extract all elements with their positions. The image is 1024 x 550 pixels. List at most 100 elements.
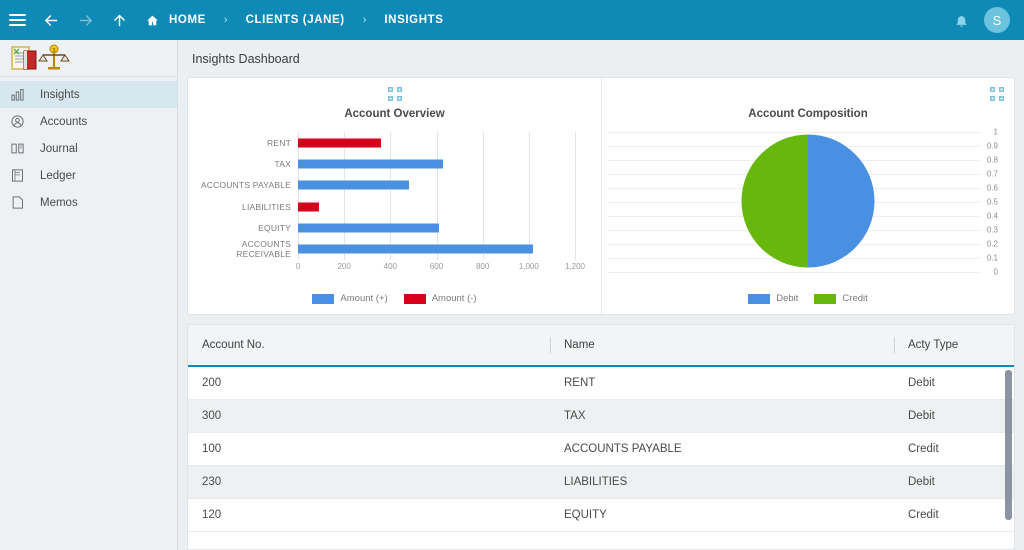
table-row[interactable]: 230 LIABILITIES Debit — [188, 466, 1014, 499]
accounts-table-wrap: Account No. Name Acty Type 200 RENT Debit 3… — [178, 315, 1024, 550]
hamburger-icon — [8, 14, 26, 26]
chart-title: Account Overview — [344, 108, 445, 120]
legend-item-amount-positive[interactable]: Amount (+) — [312, 293, 388, 304]
bar-category-label: LIABILITIES — [242, 201, 291, 212]
bar-track — [298, 196, 575, 217]
legend-label: Amount (-) — [431, 293, 477, 304]
account-composition-chart: Account Composition 1 0.9 0.8 0.7 0.6 0.5 0.4 0… — [601, 78, 1014, 314]
bar-track — [298, 239, 575, 260]
bar[interactable] — [298, 223, 439, 233]
cell-acty-type: Debit — [908, 476, 935, 488]
y-axis-tick-label: 0.7 — [986, 169, 998, 179]
y-axis-tick-label: 0.4 — [986, 211, 998, 221]
memo-page-icon — [10, 195, 36, 210]
bar[interactable] — [298, 138, 382, 148]
bar-chart-row: ACCOUNTS PAYABLE — [188, 175, 575, 196]
table-row[interactable]: 120 EQUITY Credit — [188, 499, 1014, 532]
cell-account-no: 300 — [202, 410, 222, 422]
breadcrumb-item-home[interactable]: HOME — [165, 14, 210, 26]
sidebar-item-journal[interactable]: Journal — [0, 135, 177, 162]
cell-account-no: 120 — [202, 509, 222, 521]
ledger-scales-logo: $ — [11, 44, 70, 70]
y-axis-tick-label: 0.9 — [986, 141, 998, 151]
charts-card: Account Overview RENT TAX ACCOUNTS PAYABLE… — [187, 77, 1015, 315]
sidebar-item-ledger[interactable]: Ledger — [0, 162, 177, 189]
y-axis-tick-label: 0.3 — [986, 225, 998, 235]
y-axis-tick-label: 1 — [993, 127, 998, 137]
legend-swatch — [403, 293, 426, 304]
up-button[interactable] — [102, 0, 136, 40]
top-navigation-bar: HOME › CLIENTS (JANE) › INSIGHTS S — [0, 0, 1024, 40]
menu-toggle-button[interactable] — [0, 0, 34, 40]
table-scrollbar[interactable] — [1005, 370, 1012, 537]
notifications-button[interactable] — [942, 13, 980, 28]
cell-account-no: 230 — [202, 476, 222, 488]
pie-chart-legend: Debit Credit — [602, 293, 1014, 304]
bar-category-label: ACCOUNTS RECEIVABLE — [236, 239, 291, 260]
accounts-table: Account No. Name Acty Type 200 RENT Debit 3… — [187, 324, 1015, 550]
bar-category-label: TAX — [274, 158, 291, 169]
breadcrumb-separator: › — [362, 14, 367, 26]
bar-chart-row: RENT — [188, 132, 575, 153]
forward-button[interactable] — [68, 0, 102, 40]
x-axis-tick-label: 200 — [337, 262, 351, 271]
column-header-account-no[interactable]: Account No. — [188, 325, 550, 365]
arrow-up-icon — [113, 14, 125, 26]
bar-track — [298, 217, 575, 238]
breadcrumb-item-clients[interactable]: CLIENTS (JANE) — [242, 14, 349, 26]
bar[interactable] — [298, 244, 534, 254]
breadcrumb-item-insights[interactable]: INSIGHTS — [380, 14, 447, 26]
expand-fullscreen-icon[interactable] — [387, 87, 402, 101]
cell-name: RENT — [564, 377, 596, 389]
sidebar-item-accounts[interactable]: Accounts — [0, 108, 177, 135]
cell-acty-type: Debit — [908, 410, 935, 422]
table-header-row: Account No. Name Acty Type — [188, 325, 1014, 367]
bar-category-label: ACCOUNTS PAYABLE — [200, 180, 291, 191]
sidebar-logo[interactable]: $ — [0, 40, 177, 77]
home-icon — [146, 14, 159, 27]
sidebar-item-memos[interactable]: Memos — [0, 189, 177, 216]
column-header-acty-type[interactable]: Acty Type — [894, 325, 1014, 365]
pie-chart[interactable] — [741, 134, 875, 268]
column-header-name[interactable]: Name — [550, 325, 894, 365]
table-row[interactable]: 200 RENT Debit — [188, 367, 1014, 400]
pie-chart-plot: 1 0.9 0.8 0.7 0.6 0.5 0.4 0.3 0.2 0.1 0 — [602, 126, 1014, 277]
y-axis-tick-label: 0.2 — [986, 239, 998, 249]
bar[interactable] — [298, 159, 444, 169]
legend-label: Debit — [776, 293, 799, 304]
expand-fullscreen-icon[interactable] — [990, 87, 1004, 101]
ledger-icon — [10, 168, 36, 183]
back-button[interactable] — [34, 0, 68, 40]
sidebar-item-label: Journal — [40, 142, 78, 155]
account-overview-chart: Account Overview RENT TAX ACCOUNTS PAYABLE… — [188, 78, 601, 314]
legend-item-amount-negative[interactable]: Amount (-) — [403, 293, 477, 304]
sidebar-item-label: Accounts — [40, 115, 88, 128]
x-axis-tick-label: 0 — [295, 262, 301, 271]
legend-item-debit[interactable]: Debit — [748, 293, 798, 304]
breadcrumb: HOME › CLIENTS (JANE) › INSIGHTS — [146, 14, 448, 27]
bar-chart-row: TAX — [188, 153, 575, 174]
bar[interactable] — [298, 180, 409, 190]
bar[interactable] — [298, 202, 319, 212]
x-axis-tick-label: 1,000 — [518, 262, 539, 271]
sidebar-item-insights[interactable]: Insights — [0, 81, 177, 108]
table-row[interactable]: 300 TAX Debit — [188, 400, 1014, 433]
cell-account-no: 100 — [202, 443, 222, 455]
avatar[interactable]: S — [984, 7, 1010, 33]
cell-name: EQUITY — [564, 509, 607, 521]
y-axis-tick-label: 0.1 — [986, 253, 998, 263]
bar-chart-legend: Amount (+) Amount (-) — [188, 293, 601, 304]
bar-chart-row: LIABILITIES — [188, 196, 575, 217]
table-row[interactable]: 100 ACCOUNTS PAYABLE Credit — [188, 433, 1014, 466]
cell-acty-type: Credit — [908, 509, 939, 521]
legend-label: Amount (+) — [340, 293, 388, 304]
cell-name: TAX — [564, 410, 586, 422]
cell-name: ACCOUNTS PAYABLE — [564, 443, 682, 455]
gridline — [608, 132, 980, 133]
bar-category-label: RENT — [267, 137, 291, 148]
breadcrumb-separator: › — [223, 14, 228, 26]
legend-item-credit[interactable]: Credit — [814, 293, 868, 304]
table-scrollbar-thumb[interactable] — [1005, 370, 1012, 520]
sidebar: $ Insights Accounts Journal Ledger Memos — [0, 40, 178, 550]
legend-label: Credit — [842, 293, 868, 304]
